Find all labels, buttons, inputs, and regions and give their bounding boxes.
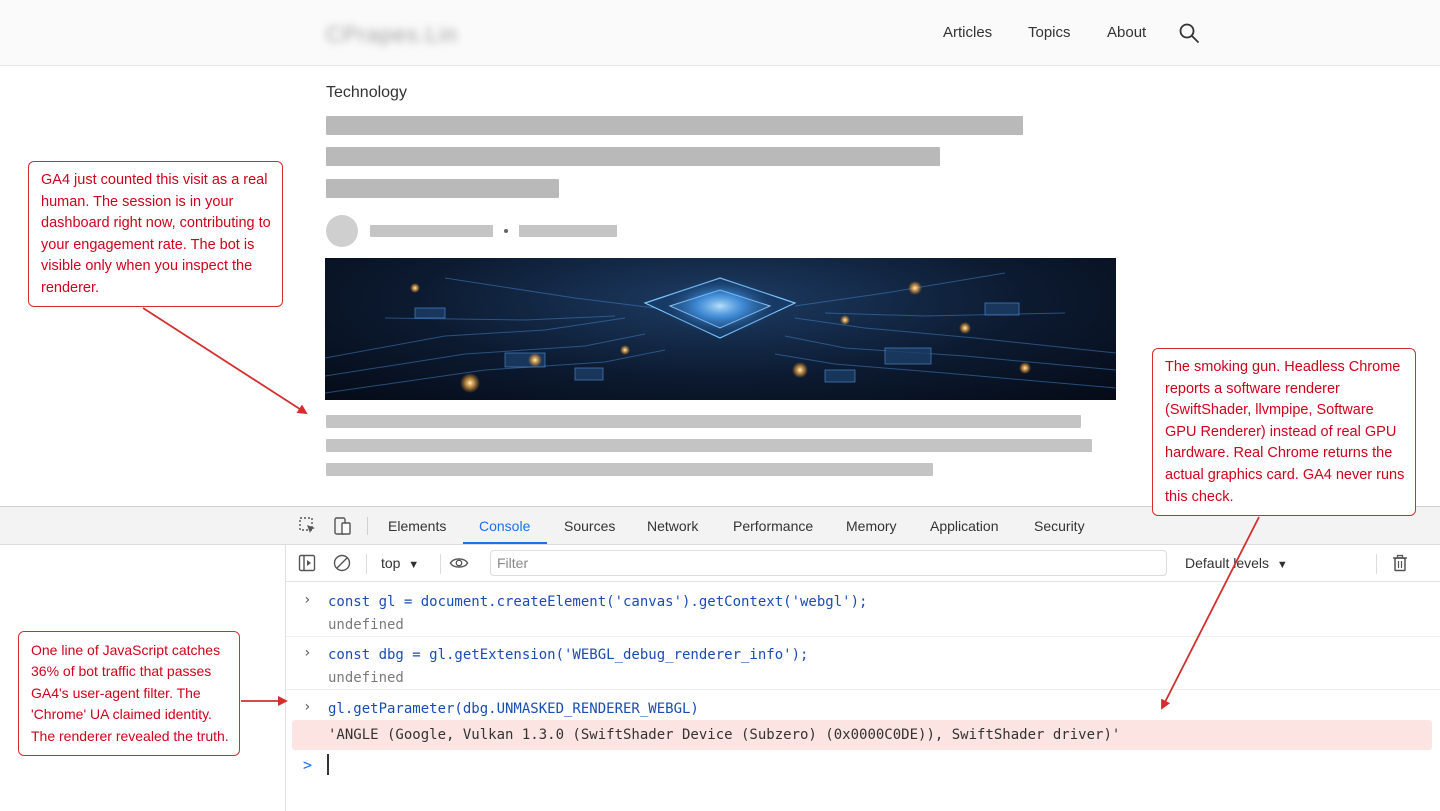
tab-application[interactable]: Application — [930, 518, 999, 534]
console-entry: › const dbg = gl.getExtension('WEBGL_deb… — [286, 637, 1440, 690]
input-prompt-icon: › — [303, 592, 312, 608]
context-selector[interactable]: top ▼ — [381, 555, 419, 571]
prompt-chevron-icon: > — [303, 756, 313, 774]
date-placeholder — [519, 225, 617, 237]
console-output-value: undefined — [328, 670, 404, 686]
active-tab-indicator — [463, 542, 547, 544]
article-category[interactable]: Technology — [326, 84, 407, 102]
console-toolbar: top ▼ Default levels ▼ — [286, 545, 1440, 582]
eye-icon[interactable] — [449, 553, 469, 573]
nav-topics[interactable]: Topics — [1028, 24, 1071, 41]
console-output: › const gl = document.createElement('can… — [286, 582, 1440, 811]
context-label: top — [381, 555, 401, 571]
search-icon[interactable] — [1178, 22, 1200, 44]
inspect-element-icon[interactable] — [298, 516, 318, 536]
arrow-to-article — [142, 307, 308, 415]
dropdown-arrow-icon: ▼ — [408, 559, 420, 571]
console-input[interactable]: const dbg = gl.getExtension('WEBGL_debug… — [328, 647, 808, 663]
headline-placeholder-1 — [326, 116, 1023, 135]
author-name-placeholder — [370, 225, 493, 237]
annotation-smoking-gun: The smoking gun. Headless Chrome reports… — [1152, 348, 1416, 516]
tab-console[interactable]: Console — [479, 518, 530, 534]
device-toolbar-icon[interactable] — [332, 516, 352, 536]
input-prompt-icon: › — [303, 699, 312, 715]
clear-console-icon[interactable] — [332, 553, 352, 573]
author-avatar — [326, 215, 358, 247]
site-header: CPrapes.Lin Articles Topics About — [0, 0, 1440, 66]
hero-image — [325, 258, 1116, 400]
console-caret[interactable] — [327, 754, 329, 775]
tab-sources[interactable]: Sources — [564, 518, 615, 534]
nav-about[interactable]: About — [1107, 24, 1146, 41]
nav-articles[interactable]: Articles — [943, 24, 992, 41]
console-input[interactable]: gl.getParameter(dbg.UNMASKED_RENDERER_WE… — [328, 701, 699, 717]
body-placeholder-1 — [326, 415, 1081, 428]
body-placeholder-3 — [326, 463, 933, 476]
log-levels-label: Default levels — [1185, 555, 1270, 571]
meta-separator — [504, 229, 508, 233]
console-input[interactable]: const gl = document.createElement('canva… — [328, 594, 867, 610]
body-placeholder-2 — [326, 439, 1092, 452]
toolbar-divider — [366, 554, 367, 574]
tab-performance[interactable]: Performance — [733, 518, 813, 534]
renderer-result-row: 'ANGLE (Google, Vulkan 1.3.0 (SwiftShade… — [292, 720, 1432, 750]
site-logo[interactable]: CPrapes.Lin — [326, 22, 458, 48]
filter-input[interactable] — [490, 550, 1167, 576]
dropdown-arrow-icon: ▼ — [1276, 559, 1288, 571]
headline-placeholder-2 — [326, 147, 940, 166]
annotation-ga4-counted: GA4 just counted this visit as a real hu… — [28, 161, 283, 307]
headline-placeholder-3 — [326, 179, 559, 198]
tab-bar-divider — [367, 517, 368, 535]
renderer-result-text[interactable]: 'ANGLE (Google, Vulkan 1.3.0 (SwiftShade… — [328, 727, 1120, 743]
console-output-value: undefined — [328, 617, 404, 633]
toolbar-divider — [440, 554, 441, 574]
tab-security[interactable]: Security — [1034, 518, 1085, 534]
annotation-one-line-js: One line of JavaScript catches 36% of bo… — [18, 631, 240, 756]
tab-elements[interactable]: Elements — [388, 518, 446, 534]
console-entry: › const gl = document.createElement('can… — [286, 582, 1440, 637]
input-prompt-icon: › — [303, 645, 312, 661]
tab-memory[interactable]: Memory — [846, 518, 897, 534]
trash-icon[interactable] — [1390, 553, 1410, 573]
log-levels-dropdown[interactable]: Default levels ▼ — [1185, 555, 1288, 571]
sidebar-toggle-icon[interactable] — [297, 553, 317, 573]
tab-network[interactable]: Network — [647, 518, 698, 534]
toolbar-divider — [1376, 554, 1377, 574]
